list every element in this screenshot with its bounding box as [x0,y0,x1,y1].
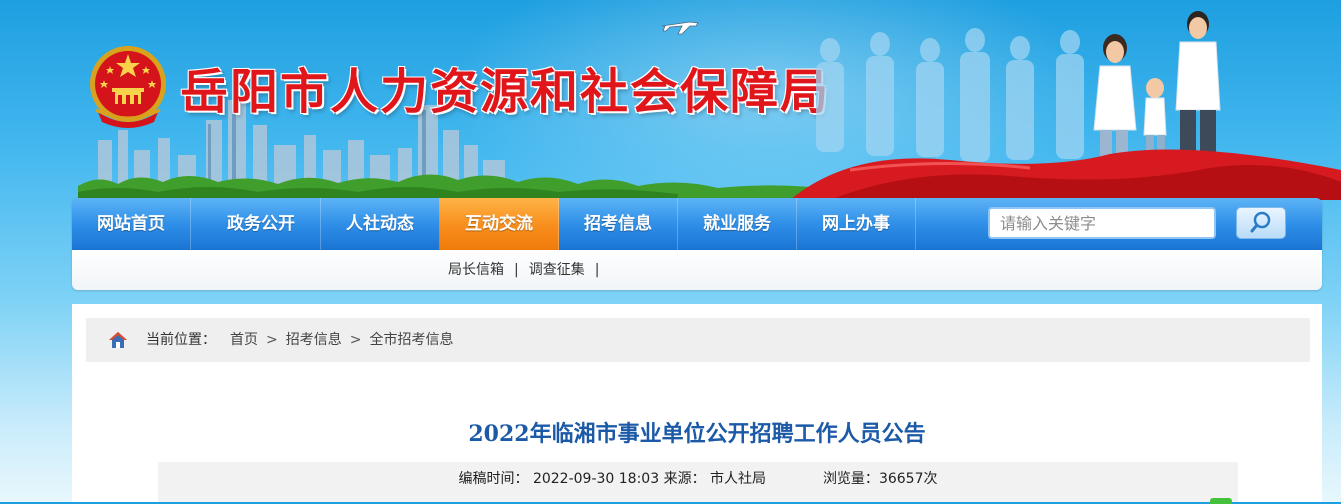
search-button[interactable] [1236,207,1286,239]
nav-item-interaction[interactable]: 互动交流 [440,198,559,250]
meta-views-value: 36657次 [878,471,938,487]
search-input[interactable] [988,207,1216,239]
meta-source-label: 来源： [663,471,706,487]
search-icon [1250,211,1271,232]
meta-source-value: 市人社局 [710,471,767,487]
sub-nav: 局长信箱 | 调查征集 | [72,250,1322,290]
breadcrumb-link-city-recruitment[interactable]: 全市招考信息 [369,332,453,348]
nav-item-news[interactable]: 人社动态 [321,198,440,250]
article-title: 2022年临湘市事业单位公开招聘工作人员公告 [468,421,926,447]
site-title: 岳阳市人力资源和社会保障局 [180,64,831,120]
meta-views-label: 浏览量： [822,471,879,487]
subnav-link-survey[interactable]: 调查征集 [529,262,585,278]
subnav-separator: | [594,262,600,278]
nav-item-gov-affairs[interactable]: 政务公开 [202,198,321,250]
home-icon[interactable] [108,330,128,350]
nav-item-home[interactable]: 网站首页 [72,198,191,250]
content-panel: 当前位置： 首页 > 招考信息 > 全市招考信息 2022年临湘市事业单位公开招聘工作人… [72,304,1322,502]
subnav-link-director-mailbox[interactable]: 局长信箱 [448,262,504,278]
floating-widget-tab[interactable] [1210,498,1232,504]
meta-time-value: 2022-09-30 18:03 [532,471,660,487]
breadcrumb-link-home[interactable]: 首页 [230,332,258,348]
red-ribbon-graphic [790,149,1341,200]
breadcrumb-separator: > [349,332,362,348]
meta-time-label: 编稿时间： [458,471,529,487]
breadcrumb-link-recruitment[interactable]: 招考信息 [286,332,342,348]
main-nav: 网站首页 政务公开 人社动态 互动交流 招考信息 就业服务 网上办事 [72,198,1322,250]
national-emblem-icon [90,46,166,128]
article-meta: 编稿时间： 2022-09-30 18:03 来源： 市人社局 浏览量：3665… [158,462,1238,502]
nav-item-recruitment[interactable]: 招考信息 [559,198,678,250]
nav-item-employment[interactable]: 就业服务 [678,198,797,250]
breadcrumb-label: 当前位置： [146,332,216,348]
breadcrumb: 当前位置： 首页 > 招考信息 > 全市招考信息 [86,318,1310,362]
breadcrumb-path: 首页 > 招考信息 > 全市招考信息 [230,318,453,362]
subnav-separator: | [514,262,519,278]
nav-item-online-service[interactable]: 网上办事 [797,198,916,250]
header-banner: 岳阳市人力资源和社会保障局 [0,0,1341,200]
airplane-icon [661,21,699,35]
breadcrumb-separator: > [266,332,278,348]
